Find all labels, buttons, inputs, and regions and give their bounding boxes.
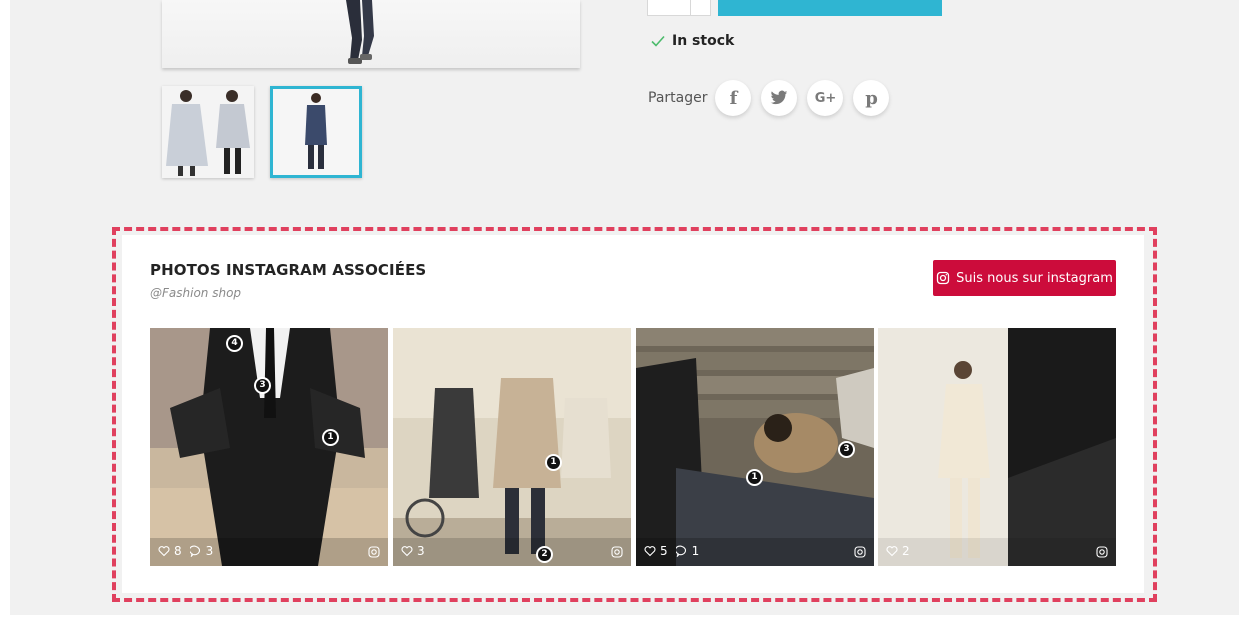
likes-count: 8 [174, 544, 182, 558]
instagram-icon [368, 546, 380, 558]
product-tag-marker[interactable]: 1 [746, 469, 763, 486]
instagram-account: @Fashion shop [150, 286, 242, 300]
stock-status: In stock [650, 33, 734, 49]
follow-instagram-label: Suis nous sur instagram [956, 270, 1113, 286]
product-main-image[interactable] [162, 0, 580, 68]
heart-icon [644, 546, 656, 557]
facebook-share-button[interactable]: f [715, 80, 752, 116]
pinterest-icon: p [865, 87, 878, 109]
follow-instagram-button[interactable]: Suis nous sur instagram [933, 260, 1116, 296]
share-label: Partager [648, 90, 708, 106]
photo-stats: 5 1 [644, 544, 699, 558]
share-bar: Partager f G+ p [648, 80, 890, 116]
photo-street-graphic [393, 328, 631, 566]
check-icon [651, 35, 665, 47]
instagram-photo-3[interactable]: 3 1 5 1 [636, 328, 874, 566]
comment-icon [189, 545, 200, 557]
instagram-photo-2[interactable]: 1 2 3 [393, 328, 631, 566]
product-thumbnail-2-selected[interactable] [270, 86, 362, 178]
model-legs-graphic [346, 0, 374, 64]
instagram-icon [1096, 546, 1108, 558]
product-tag-marker[interactable]: 1 [322, 429, 339, 446]
product-tag-marker[interactable]: 4 [226, 335, 243, 352]
googleplus-share-button[interactable]: G+ [807, 80, 844, 116]
heart-icon [886, 546, 898, 557]
twitter-icon [771, 90, 788, 105]
heart-icon [158, 546, 170, 557]
googleplus-icon: G+ [814, 90, 837, 106]
photo-runway-graphic [878, 328, 1116, 566]
facebook-icon: f [729, 87, 738, 109]
photo-stats: 3 [401, 544, 425, 558]
photo-suit-graphic [150, 328, 388, 566]
stock-label: In stock [672, 33, 735, 49]
instagram-icon [936, 271, 950, 285]
comment-icon [675, 545, 686, 557]
likes-count: 3 [417, 544, 425, 558]
instagram-photo-4[interactable]: 2 [878, 328, 1116, 566]
instagram-icon [611, 546, 623, 558]
instagram-icon [854, 546, 866, 558]
likes-count: 5 [660, 544, 668, 558]
photo-stats: 2 [886, 544, 910, 558]
thumbnail-coat-graphic [162, 86, 254, 178]
product-tag-marker[interactable]: 3 [254, 377, 271, 394]
comments-count: 3 [205, 544, 214, 558]
likes-count: 2 [902, 544, 910, 558]
instagram-photo-1[interactable]: 4 3 1 8 3 [150, 328, 388, 566]
pinterest-share-button[interactable]: p [853, 80, 890, 116]
photo-stats: 8 3 [158, 544, 213, 558]
product-thumbnail-1[interactable] [162, 86, 254, 178]
product-tag-marker[interactable]: 3 [838, 441, 855, 458]
instagram-title: PHOTOS INSTAGRAM ASSOCIÉES [150, 261, 427, 279]
heart-icon [401, 546, 413, 557]
product-tag-marker[interactable]: 2 [536, 546, 553, 563]
quantity-divider [690, 0, 691, 15]
comments-count: 1 [691, 544, 700, 558]
thumbnail-model-graphic [273, 89, 359, 175]
footer-area [10, 616, 1239, 636]
add-to-cart-button[interactable] [718, 0, 942, 16]
product-tag-marker[interactable]: 1 [545, 454, 562, 471]
quantity-input[interactable] [647, 0, 711, 16]
twitter-share-button[interactable] [761, 80, 798, 116]
